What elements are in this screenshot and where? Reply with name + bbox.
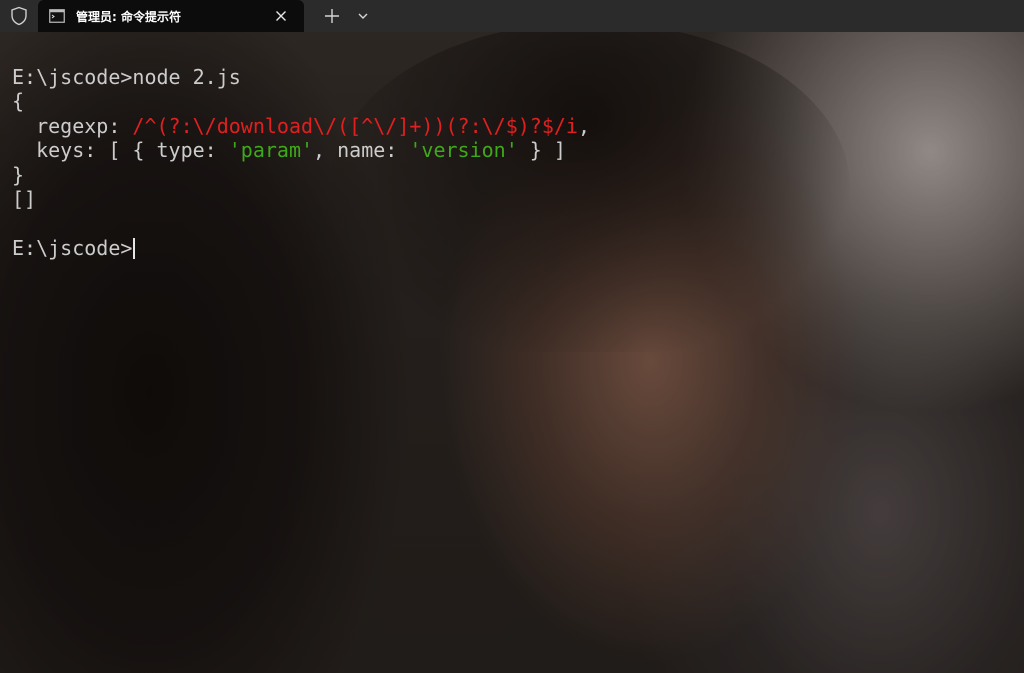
tab-command-prompt[interactable]: 管理员: 命令提示符 xyxy=(38,0,304,32)
command-text: node 2.js xyxy=(132,65,241,89)
prompt: E:\jscode> xyxy=(12,235,133,260)
string-value: 'version' xyxy=(409,138,518,163)
string-value: 'param' xyxy=(228,138,314,163)
output-line: keys: [ { type: 'param', name: 'version'… xyxy=(12,138,566,163)
prompt: E:\jscode> xyxy=(12,65,133,89)
new-tab-button[interactable] xyxy=(314,0,350,32)
tab-title: 管理员: 命令提示符 xyxy=(76,9,181,24)
terminal-text: E:\jscode>node 2.js{ regexp: /^(?:\/down… xyxy=(12,65,590,260)
output-line: { xyxy=(12,89,25,114)
terminal-icon xyxy=(48,7,66,25)
tab-dropdown-button[interactable] xyxy=(350,0,376,32)
terminal-window: 管理员: 命令提示符 E:\jscode>node 2.js{ regexp: … xyxy=(0,0,1024,673)
output-line: } xyxy=(12,162,25,187)
chevron-down-icon xyxy=(358,13,368,19)
text-cursor xyxy=(133,237,136,259)
plus-icon xyxy=(325,9,339,23)
command-line: E:\jscode>node 2.js xyxy=(12,65,590,89)
terminal-output-area[interactable]: E:\jscode>node 2.js{ regexp: /^(?:\/down… xyxy=(0,32,1024,673)
title-bar: 管理员: 命令提示符 xyxy=(0,0,1024,32)
regexp-value: /^(?:\/download\/([^\/]+))(?:\/$)?$/i xyxy=(132,113,578,138)
command-line: E:\jscode> xyxy=(12,236,590,260)
output-line: regexp: /^(?:\/download\/([^\/]+))(?:\/$… xyxy=(12,113,590,138)
shield-icon[interactable] xyxy=(0,0,38,32)
output-line: [] xyxy=(12,186,37,211)
close-icon[interactable] xyxy=(270,5,292,27)
